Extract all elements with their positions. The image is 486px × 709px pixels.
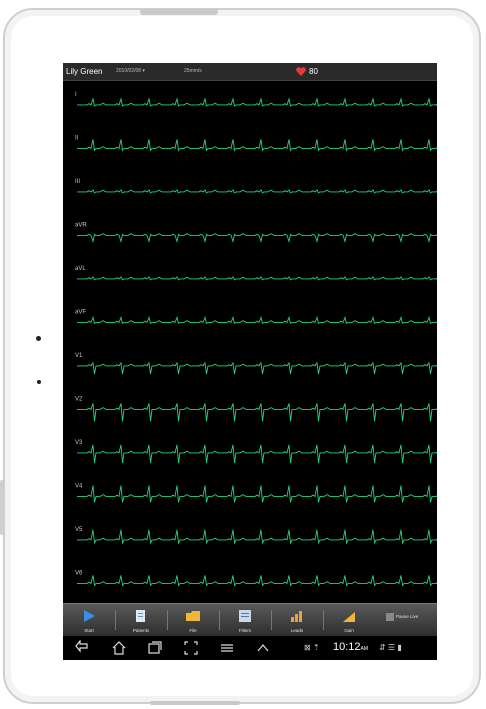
status-icons: ⇵ ☰ ▮ [379, 643, 402, 652]
patients-button[interactable]: Patients [119, 606, 163, 636]
folder-icon [185, 608, 201, 624]
ecg-trace-v2 [77, 403, 437, 422]
menu-icon[interactable] [219, 640, 235, 656]
gain-button[interactable]: Gain [327, 606, 371, 636]
ecg-trace-ii [77, 139, 437, 152]
app-screen: Lily Green 2010/02/08 ▾ 25mm/s 80 I II III… [63, 63, 437, 660]
notification-icons: ⊠ ⇡ [304, 643, 320, 652]
lead-label-v3: V3 [75, 440, 83, 446]
patient-name: Lily Green [66, 67, 103, 76]
date-selector[interactable]: 2010/02/08 ▾ [116, 68, 145, 74]
ecg-trace-v5 [77, 529, 437, 545]
home-icon[interactable] [111, 640, 127, 656]
file-button[interactable]: File [171, 606, 215, 636]
patients-icon [133, 608, 149, 624]
toolbar-label: Filters [238, 628, 252, 633]
ecg-trace-i [77, 97, 437, 107]
toolbar-label: Patients [132, 628, 150, 633]
lead-label-iii: III [75, 179, 80, 185]
lead-label-avf: aVF [75, 310, 86, 316]
ecg-trace-avl [77, 276, 437, 281]
heart-rate-value: 80 [309, 67, 318, 76]
toolbar-divider [219, 610, 220, 630]
ecg-trace-avf [77, 315, 437, 325]
leads-button[interactable]: Leads [275, 606, 319, 636]
pause-live-label: Pause Live [396, 614, 419, 620]
lead-label-v4: V4 [75, 484, 83, 490]
lead-label-i: I [75, 92, 77, 98]
toolbar-label: Start [84, 628, 94, 633]
toolbar-label: File [189, 628, 197, 633]
toolbar-label: Gain [344, 628, 354, 633]
ecg-trace-iii [77, 189, 437, 194]
ecg-traces: IIIIIIaVRaVLaVFV1V2V3V4V5V6 [75, 92, 437, 587]
ecg-trace-v3 [77, 444, 437, 463]
play-icon [81, 608, 97, 624]
lead-label-v1: V1 [75, 353, 83, 359]
clock-ampm: AM [360, 646, 369, 652]
bottom-edge [150, 701, 240, 705]
heart-icon [296, 67, 306, 76]
filters-icon [237, 608, 253, 624]
volume-key [0, 480, 4, 535]
lead-label-avl: aVL [75, 266, 86, 272]
up-arrow-icon[interactable] [255, 640, 271, 656]
bar-chart-icon [289, 608, 305, 624]
toolbar-label: Leads [290, 628, 304, 633]
ecg-trace-v1 [77, 361, 437, 374]
toolbar-divider [271, 610, 272, 630]
ecg-trace-v6 [77, 575, 437, 587]
system-navbar: ⊠ ⇡ 10:12AM ⇵ ☰ ▮ [63, 636, 437, 660]
toolbar-divider [167, 610, 168, 630]
recent-apps-icon[interactable] [147, 640, 163, 656]
toolbar-divider [115, 610, 116, 630]
paper-speed[interactable]: 25mm/s [184, 68, 202, 74]
power-button [140, 9, 218, 15]
lead-label-avr: aVR [75, 223, 87, 229]
bottom-toolbar: Pause Live Start Patients File Filters Leads… [63, 603, 437, 637]
clock-time: 10:12 [333, 641, 361, 653]
signal-icon [341, 608, 357, 624]
toolbar-divider [323, 610, 324, 630]
start-button[interactable]: Start [67, 606, 111, 636]
filters-button[interactable]: Filters [223, 606, 267, 636]
back-icon[interactable] [75, 640, 91, 656]
lead-label-v5: V5 [75, 527, 83, 533]
ecg-trace-v4 [77, 485, 437, 503]
ecg-trace-avr [77, 233, 437, 244]
lead-label-ii: II [75, 136, 79, 142]
pause-live-toggle[interactable]: Pause Live [386, 613, 418, 621]
sensor-icon [37, 380, 41, 384]
title-bar: Lily Green 2010/02/08 ▾ 25mm/s 80 [63, 63, 437, 81]
checkbox-icon[interactable] [386, 613, 394, 621]
clock: 10:12AM [333, 641, 368, 653]
lead-label-v6: V6 [75, 571, 83, 577]
lead-label-v2: V2 [75, 397, 83, 403]
screenshot-icon[interactable] [183, 640, 199, 656]
camera-icon [36, 336, 41, 341]
